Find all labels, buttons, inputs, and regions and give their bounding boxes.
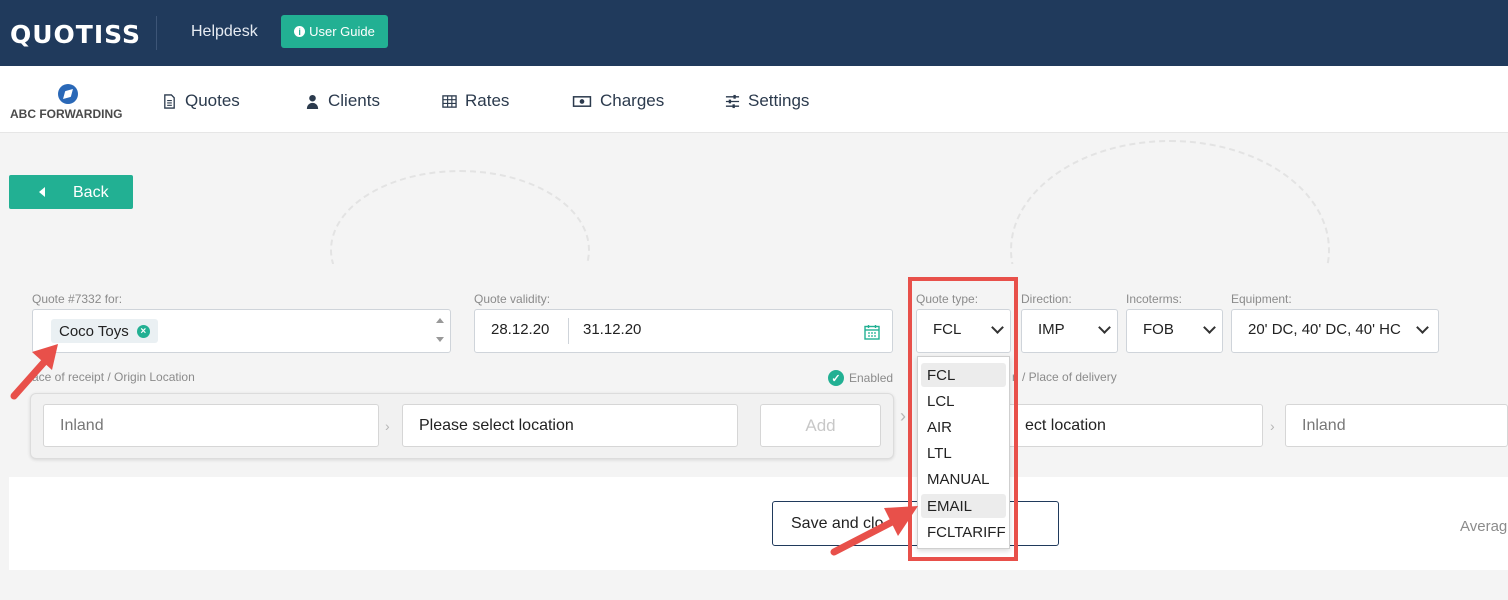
add-location-button[interactable]: Add bbox=[760, 404, 881, 447]
topbar-divider bbox=[156, 16, 157, 50]
validity-date-range[interactable]: 28.12.20 31.12.20 bbox=[474, 309, 893, 353]
annotation-arrow-icon bbox=[830, 506, 918, 556]
equipment-label: Equipment: bbox=[1231, 292, 1292, 306]
top-bar: QUOTISS Helpdesk i User Guide bbox=[0, 0, 1508, 66]
user-guide-button[interactable]: i User Guide bbox=[281, 15, 388, 48]
valid-from-date[interactable]: 28.12.20 bbox=[491, 321, 549, 338]
chevron-right-icon: › bbox=[1270, 418, 1275, 434]
main-nav: ABC FORWARDING Quotes Clients Rates Char… bbox=[0, 66, 1508, 133]
origin-inland-input[interactable]: Inland bbox=[43, 404, 379, 447]
annotation-highlight-box bbox=[908, 277, 1018, 561]
enabled-toggle[interactable]: ✓ Enabled bbox=[828, 370, 893, 386]
chevron-right-icon: › bbox=[900, 406, 906, 426]
nav-charges[interactable]: Charges bbox=[572, 91, 664, 111]
annotation-arrow-icon bbox=[10, 344, 58, 400]
destination-location-select[interactable]: ect location bbox=[1000, 404, 1263, 447]
chevron-down-icon bbox=[1203, 321, 1216, 334]
calendar-icon[interactable] bbox=[864, 324, 880, 340]
equipment-select[interactable]: 20' DC, 40' DC, 40' HC bbox=[1231, 309, 1439, 353]
table-icon bbox=[442, 94, 457, 108]
client-tag[interactable]: Coco Toys × bbox=[51, 319, 158, 343]
nav-quotes[interactable]: Quotes bbox=[162, 91, 240, 111]
compass-icon bbox=[58, 84, 78, 104]
nav-clients-label: Clients bbox=[328, 91, 380, 110]
company-name: ABC FORWARDING bbox=[10, 107, 123, 121]
nav-rates[interactable]: Rates bbox=[442, 91, 509, 111]
money-icon bbox=[572, 95, 592, 107]
app-logo[interactable]: QUOTISS bbox=[10, 20, 141, 49]
nav-clients[interactable]: Clients bbox=[305, 91, 380, 111]
document-icon bbox=[164, 93, 175, 109]
chevron-right-icon: › bbox=[385, 418, 390, 434]
direction-value: IMP bbox=[1038, 321, 1065, 338]
nav-quotes-label: Quotes bbox=[185, 91, 240, 110]
direction-label: Direction: bbox=[1021, 292, 1072, 306]
caret-left-icon bbox=[39, 187, 45, 197]
nav-rates-label: Rates bbox=[465, 91, 510, 110]
nav-charges-label: Charges bbox=[600, 91, 665, 110]
equipment-value: 20' DC, 40' DC, 40' HC bbox=[1248, 321, 1401, 338]
nav-settings[interactable]: Settings bbox=[725, 91, 809, 111]
user-icon bbox=[306, 94, 319, 109]
destination-inland-input[interactable]: Inland bbox=[1285, 404, 1508, 447]
origin-location-select[interactable]: Please select location bbox=[402, 404, 738, 447]
back-label: Back bbox=[73, 184, 109, 201]
chevron-down-icon bbox=[1098, 321, 1111, 334]
incoterms-select[interactable]: FOB bbox=[1126, 309, 1223, 353]
remove-tag-icon[interactable]: × bbox=[136, 324, 150, 338]
chevron-down-icon bbox=[1416, 321, 1429, 334]
quote-validity-label: Quote validity: bbox=[474, 292, 551, 306]
spin-up-icon[interactable] bbox=[436, 318, 444, 323]
delivery-location-label: n / Place of delivery bbox=[1012, 370, 1117, 384]
info-icon: i bbox=[294, 26, 306, 37]
enabled-label: Enabled bbox=[849, 371, 894, 385]
average-label: Averag bbox=[1460, 518, 1508, 535]
user-guide-label: User Guide bbox=[309, 24, 375, 39]
valid-to-date[interactable]: 31.12.20 bbox=[583, 321, 641, 338]
back-button[interactable]: Back bbox=[9, 175, 133, 209]
nav-settings-label: Settings bbox=[748, 91, 810, 110]
incoterms-label: Incoterms: bbox=[1126, 292, 1183, 306]
company-logo[interactable]: ABC FORWARDING bbox=[10, 84, 125, 121]
direction-select[interactable]: IMP bbox=[1021, 309, 1118, 353]
incoterms-value: FOB bbox=[1143, 321, 1174, 338]
client-tag-label: Coco Toys bbox=[59, 322, 129, 340]
client-select[interactable]: Coco Toys × bbox=[32, 309, 451, 353]
spin-down-icon[interactable] bbox=[436, 337, 444, 342]
check-circle-icon: ✓ bbox=[828, 370, 844, 386]
quote-for-label: Quote #7332 for: bbox=[32, 292, 123, 306]
date-separator bbox=[568, 318, 569, 344]
helpdesk-link[interactable]: Helpdesk bbox=[191, 23, 258, 41]
sliders-icon bbox=[725, 94, 740, 108]
